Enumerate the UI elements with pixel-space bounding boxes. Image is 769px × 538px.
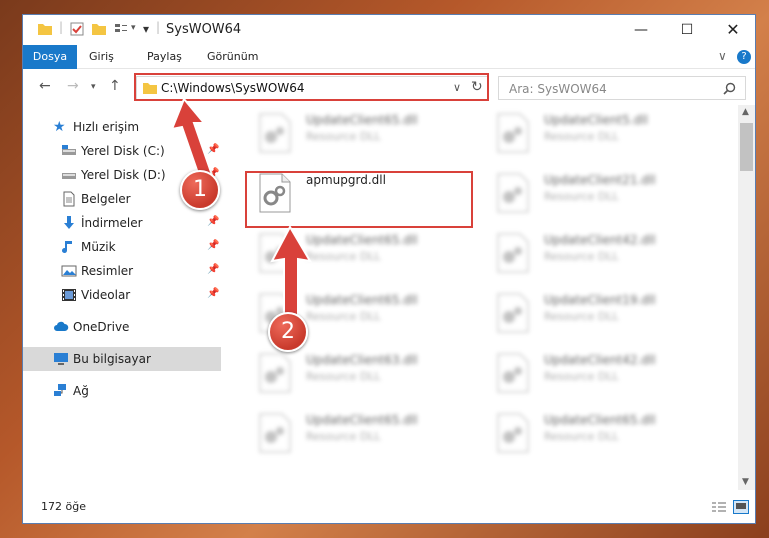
quick-access-customize-icon[interactable]: ▾ <box>143 22 149 36</box>
vertical-scrollbar[interactable]: ▲ ▼ <box>738 105 755 490</box>
search-placeholder: Ara: SysWOW64 <box>509 82 607 96</box>
step-marker-2: 2 <box>268 312 308 352</box>
list-item[interactable]: UpdateClient42.dll Resource DLL <box>472 227 697 285</box>
sidebar-item-videos[interactable]: Videolar 📌 <box>23 283 221 307</box>
sidebar-item-downloads[interactable]: İndirmeler 📌 <box>23 211 221 235</box>
dll-file-icon <box>497 293 529 333</box>
star-icon: ★ <box>53 119 66 135</box>
list-item[interactable]: UpdateClient21.dll Resource DLL <box>472 167 697 225</box>
list-item[interactable]: UpdateClient42.dll Resource DLL <box>472 347 697 405</box>
tab-file[interactable]: Dosya <box>23 45 77 69</box>
status-bar: 172 öğe <box>23 490 755 523</box>
dll-file-icon <box>497 233 529 273</box>
back-arrow-icon[interactable]: ← <box>39 78 51 94</box>
sidebar-item-pictures[interactable]: Resimler 📌 <box>23 259 221 283</box>
music-icon <box>62 241 72 254</box>
folder-icon <box>38 24 52 35</box>
pictures-icon <box>61 265 77 277</box>
tab-home[interactable]: Giriş <box>89 45 114 69</box>
cloud-icon <box>54 321 69 331</box>
computer-icon <box>54 353 68 365</box>
chevron-down-icon[interactable]: ▾ <box>131 23 136 33</box>
step-marker-1: 1 <box>180 170 220 210</box>
details-view-icon[interactable] <box>711 501 727 513</box>
pin-icon[interactable]: 📌 <box>207 216 219 227</box>
close-button[interactable]: ✕ <box>710 15 755 45</box>
new-folder-icon[interactable] <box>91 21 107 37</box>
dll-file-icon <box>259 353 291 393</box>
recent-locations-icon[interactable]: ▾ <box>91 82 96 92</box>
documents-icon <box>63 191 75 207</box>
sidebar-item-onedrive[interactable]: OneDrive <box>23 315 221 339</box>
tab-view[interactable]: Görünüm <box>207 45 258 69</box>
help-icon[interactable]: ? <box>737 50 751 64</box>
large-icons-view-icon[interactable] <box>733 500 749 514</box>
item-count: 172 öğe <box>41 500 86 513</box>
scroll-down-icon[interactable]: ▼ <box>742 477 749 487</box>
minimize-button[interactable]: — <box>618 15 664 45</box>
list-item[interactable]: UpdateClient63.dll Resource DLL <box>234 347 459 405</box>
list-item[interactable]: UpdateClient65.dll Resource DLL <box>234 407 459 465</box>
dll-file-icon <box>497 173 529 213</box>
forward-arrow-icon[interactable]: → <box>67 78 79 94</box>
pin-icon[interactable]: 📌 <box>207 240 219 251</box>
dll-file-icon <box>259 413 291 453</box>
list-item[interactable]: UpdateClient5.dll Resource DLL <box>472 107 697 165</box>
tab-share[interactable]: Paylaş <box>147 45 182 69</box>
network-icon <box>54 384 66 396</box>
drive-icon <box>62 145 76 155</box>
dll-file-icon <box>259 113 291 153</box>
dll-file-icon <box>497 113 529 153</box>
pin-icon[interactable]: 📌 <box>207 288 219 299</box>
downloads-icon <box>64 216 74 229</box>
dll-file-icon <box>497 413 529 453</box>
arrow-up-icon <box>270 225 312 322</box>
dll-file-icon <box>497 353 529 393</box>
ribbon-expand-icon[interactable]: ∨ <box>718 49 727 63</box>
drive-icon <box>62 173 76 179</box>
list-item[interactable]: UpdateClient65.dll Resource DLL <box>472 407 697 465</box>
maximize-button[interactable]: ☐ <box>664 15 710 45</box>
pin-icon[interactable]: 📌 <box>207 264 219 275</box>
videos-icon <box>62 289 76 301</box>
window-title: SysWOW64 <box>166 22 242 37</box>
sidebar-item-this-pc[interactable]: Bu bilgisayar <box>23 347 221 371</box>
properties-icon[interactable] <box>69 21 85 37</box>
ribbon: Dosya Giriş Paylaş Görünüm ∨ ? <box>23 45 755 69</box>
file-highlight <box>245 171 473 228</box>
title-bar: | ▾ ▾ | SysWOW64 — ☐ ✕ <box>23 15 755 45</box>
scroll-thumb[interactable] <box>740 123 753 171</box>
list-item[interactable]: UpdateClient65.dll Resource DLL <box>234 107 459 165</box>
search-input[interactable]: Ara: SysWOW64 <box>498 76 746 100</box>
sidebar-item-music[interactable]: Müzik 📌 <box>23 235 221 259</box>
sidebar-item-network[interactable]: Ağ <box>23 379 221 403</box>
search-icon[interactable] <box>723 82 736 95</box>
scroll-up-icon[interactable]: ▲ <box>742 107 749 117</box>
view-menu-icon[interactable] <box>113 21 129 37</box>
up-arrow-icon[interactable]: ↑ <box>109 78 121 94</box>
list-item[interactable]: UpdateClient19.dll Resource DLL <box>472 287 697 345</box>
